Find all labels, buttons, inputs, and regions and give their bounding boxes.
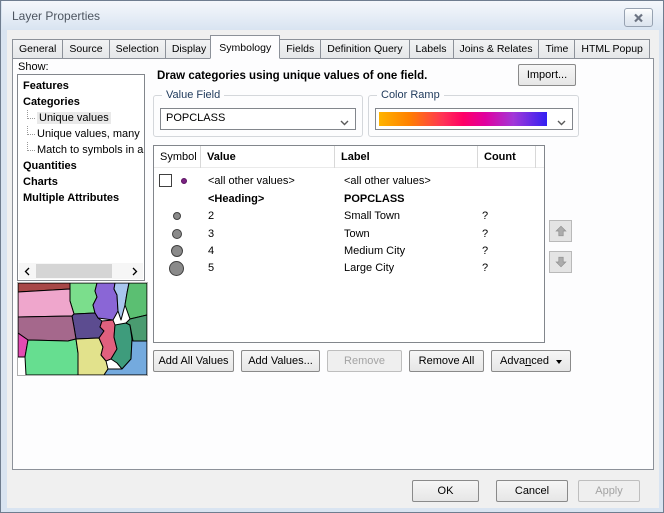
show-item-multiple-attributes[interactable]: Multiple Attributes — [18, 190, 145, 206]
tab-joins-relates[interactable]: Joins & Relates — [453, 39, 540, 59]
apply-button[interactable]: Apply — [578, 480, 640, 502]
tab-definition-query[interactable]: Definition Query — [320, 39, 409, 59]
tab-html-popup[interactable]: HTML Popup — [574, 39, 649, 59]
table-row-value-5[interactable]: 5 Large City ? — [154, 259, 544, 277]
layer-properties-dialog: Layer Properties General Source Selectio… — [0, 0, 664, 513]
remove-all-button[interactable]: Remove All — [409, 350, 484, 372]
show-item-categories[interactable]: Categories — [18, 94, 145, 110]
column-header-value[interactable]: Value — [201, 146, 335, 168]
map-preview-image — [18, 283, 147, 375]
table-row-value-4[interactable]: 4 Medium City ? — [154, 242, 544, 260]
arrow-down-icon — [554, 255, 568, 269]
show-item-unique-values[interactable]: Unique values — [18, 110, 145, 126]
column-header-symbol[interactable]: Symbol — [154, 146, 201, 168]
titlebar: Layer Properties — [2, 1, 664, 30]
value-field-dropdown[interactable]: POPCLASS — [160, 108, 356, 130]
remove-button[interactable]: Remove — [327, 350, 402, 372]
table-row-heading[interactable]: <Heading> POPCLASS — [154, 190, 544, 208]
color-ramp-group-label: Color Ramp — [377, 89, 444, 101]
table-header: Symbol Value Label Count — [154, 146, 544, 168]
tab-fields[interactable]: Fields — [279, 39, 321, 59]
tab-labels[interactable]: Labels — [409, 39, 454, 59]
show-list-label: Show: — [18, 61, 49, 73]
move-up-button[interactable] — [549, 220, 572, 242]
show-item-unique-values-many[interactable]: Unique values, many — [18, 126, 145, 142]
table-row-value-3[interactable]: 3 Town ? — [154, 225, 544, 243]
value-field-groupbox: Value Field POPCLASS — [153, 95, 363, 137]
graduated-symbol-icon[interactable] — [172, 229, 182, 239]
scrollbar-thumb[interactable] — [36, 264, 112, 278]
tree-branch-icon — [27, 110, 35, 119]
unique-values-table: Symbol Value Label Count <all other valu… — [153, 145, 545, 343]
table-row-all-other-values[interactable]: <all other values> <all other values> — [154, 172, 544, 190]
tab-selection[interactable]: Selection — [109, 39, 166, 59]
color-ramp-groupbox: Color Ramp — [368, 95, 579, 137]
value-field-selected-value: POPCLASS — [166, 112, 225, 124]
import-button[interactable]: Import... — [518, 64, 576, 86]
show-item-match-to-symbols[interactable]: Match to symbols in a — [18, 142, 145, 158]
show-item-features[interactable]: Features — [18, 78, 145, 94]
add-values-button[interactable]: Add Values... — [241, 350, 320, 372]
table-row-value-2[interactable]: 2 Small Town ? — [154, 207, 544, 225]
column-header-count[interactable]: Count — [478, 146, 536, 168]
graduated-symbol-icon[interactable] — [169, 261, 184, 276]
chevron-down-icon — [340, 117, 349, 129]
dialog-client-area: General Source Selection Display Symbolo… — [7, 30, 659, 508]
symbology-tab-page: Show: Features Categories Unique values … — [12, 58, 654, 470]
all-other-values-symbol-icon[interactable] — [181, 178, 187, 184]
value-field-group-label: Value Field — [162, 89, 224, 101]
tree-branch-icon — [27, 126, 35, 135]
column-header-label[interactable]: Label — [335, 146, 478, 168]
close-icon — [633, 13, 644, 23]
scroll-left-arrow-icon[interactable] — [19, 263, 35, 279]
draw-method-description: Draw categories using unique values of o… — [157, 70, 427, 82]
tab-source[interactable]: Source — [62, 39, 109, 59]
show-list-hscrollbar[interactable] — [19, 263, 143, 279]
ok-button[interactable]: OK — [412, 480, 479, 502]
color-ramp-dropdown[interactable] — [375, 108, 573, 130]
chevron-down-icon — [557, 117, 566, 129]
show-item-charts[interactable]: Charts — [18, 174, 145, 190]
show-item-quantities[interactable]: Quantities — [18, 158, 145, 174]
map-preview — [17, 282, 148, 376]
advanced-button[interactable]: Advanced — [491, 350, 571, 372]
graduated-symbol-icon[interactable] — [171, 245, 183, 257]
graduated-symbol-icon[interactable] — [173, 212, 181, 220]
all-other-values-checkbox[interactable] — [159, 174, 172, 187]
move-down-button[interactable] — [549, 251, 572, 273]
tree-branch-icon — [27, 142, 35, 151]
tab-general[interactable]: General — [12, 39, 63, 59]
dropdown-caret-icon — [556, 360, 562, 367]
tab-display[interactable]: Display — [165, 39, 213, 59]
cancel-button[interactable]: Cancel — [496, 480, 568, 502]
arrow-up-icon — [554, 224, 568, 238]
add-all-values-button[interactable]: Add All Values — [153, 350, 234, 372]
scroll-right-arrow-icon[interactable] — [127, 263, 143, 279]
tab-symbology[interactable]: Symbology — [210, 35, 280, 59]
show-list: Features Categories Unique values Unique… — [17, 74, 145, 281]
close-button[interactable] — [624, 8, 653, 27]
tab-time[interactable]: Time — [538, 39, 575, 59]
color-ramp-gradient — [379, 112, 547, 126]
tab-bar: General Source Selection Display Symbolo… — [12, 38, 649, 59]
window-title: Layer Properties — [12, 9, 100, 23]
